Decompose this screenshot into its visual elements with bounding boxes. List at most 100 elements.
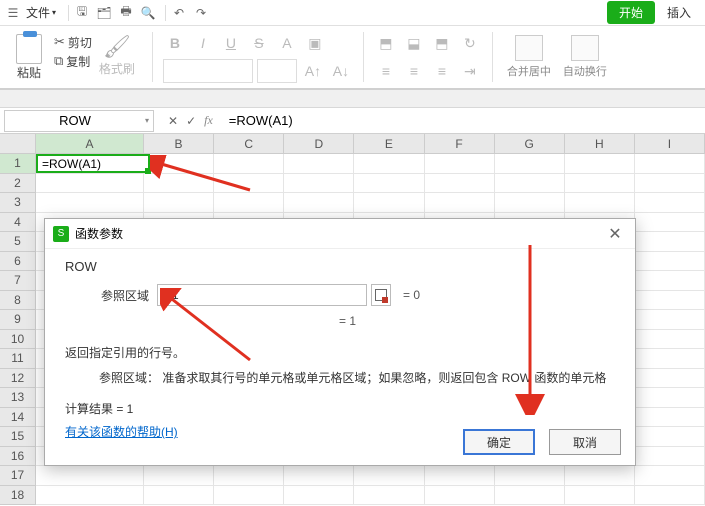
cell[interactable] xyxy=(635,447,705,467)
auto-wrap-button[interactable]: 自动换行 xyxy=(563,35,607,79)
cell[interactable] xyxy=(144,466,214,486)
cell[interactable] xyxy=(565,174,635,194)
cell[interactable] xyxy=(635,213,705,233)
hamburger-icon[interactable]: ☰ xyxy=(4,4,22,22)
cell[interactable] xyxy=(214,486,284,506)
cell[interactable] xyxy=(565,466,635,486)
cell[interactable] xyxy=(635,232,705,252)
strike-button[interactable]: S xyxy=(247,31,271,55)
cell[interactable] xyxy=(354,193,424,213)
cell[interactable] xyxy=(635,193,705,213)
cell[interactable] xyxy=(425,154,495,174)
cell[interactable] xyxy=(635,349,705,369)
cell[interactable] xyxy=(36,174,144,194)
underline-button[interactable]: U xyxy=(219,31,243,55)
cell[interactable] xyxy=(144,193,214,213)
preview-icon[interactable]: 🔍 xyxy=(139,4,157,22)
fx-icon[interactable]: fx xyxy=(204,113,213,128)
param-input[interactable]: A1 xyxy=(157,284,367,306)
column-header[interactable]: E xyxy=(354,134,424,154)
row-header[interactable]: 18 xyxy=(0,486,36,506)
cell[interactable] xyxy=(144,486,214,506)
row-header[interactable]: 16 xyxy=(0,447,36,467)
cell[interactable] xyxy=(565,154,635,174)
cell[interactable] xyxy=(36,486,144,506)
row-header[interactable]: 1 xyxy=(0,154,36,174)
cell[interactable] xyxy=(425,466,495,486)
row-header[interactable]: 2 xyxy=(0,174,36,194)
align-center-button[interactable]: ≡ xyxy=(402,59,426,83)
row-header[interactable]: 15 xyxy=(0,427,36,447)
cell[interactable] xyxy=(635,388,705,408)
column-header[interactable]: I xyxy=(635,134,705,154)
align-mid-button[interactable]: ⬓ xyxy=(402,31,426,55)
range-picker-button[interactable] xyxy=(371,284,391,306)
font-color-button[interactable]: A xyxy=(275,31,299,55)
align-right-button[interactable]: ≡ xyxy=(430,59,454,83)
cell[interactable] xyxy=(635,486,705,506)
copy-button[interactable]: ⧉ 复制 xyxy=(54,53,92,70)
cell[interactable] xyxy=(635,252,705,272)
row-header[interactable]: 10 xyxy=(0,330,36,350)
font-select[interactable] xyxy=(163,59,253,83)
align-bot-button[interactable]: ⬒ xyxy=(430,31,454,55)
cell[interactable] xyxy=(635,174,705,194)
cell[interactable] xyxy=(635,466,705,486)
cell[interactable] xyxy=(635,427,705,447)
cell[interactable] xyxy=(425,193,495,213)
cell[interactable] xyxy=(635,291,705,311)
cell[interactable] xyxy=(635,330,705,350)
row-header[interactable]: 4 xyxy=(0,213,36,233)
cell[interactable] xyxy=(284,154,354,174)
name-box[interactable]: ROW ▾ xyxy=(4,110,154,132)
italic-button[interactable]: I xyxy=(191,31,215,55)
column-header[interactable]: D xyxy=(284,134,354,154)
ok-button[interactable]: 确定 xyxy=(463,429,535,455)
cell[interactable] xyxy=(214,154,284,174)
row-header[interactable]: 6 xyxy=(0,252,36,272)
cell[interactable] xyxy=(635,408,705,428)
save-icon[interactable]: 🖫 xyxy=(73,4,91,22)
paste-button[interactable]: 粘贴 xyxy=(8,34,50,81)
cell[interactable] xyxy=(144,154,214,174)
cell[interactable] xyxy=(495,486,565,506)
tab-start[interactable]: 开始 xyxy=(607,1,655,24)
decrease-font-button[interactable]: A↓ xyxy=(329,59,353,83)
cell[interactable] xyxy=(284,174,354,194)
cell[interactable] xyxy=(425,174,495,194)
row-header[interactable]: 13 xyxy=(0,388,36,408)
undo-icon[interactable]: ↶ xyxy=(170,4,188,22)
orient-button[interactable]: ↻ xyxy=(458,31,482,55)
open-icon[interactable]: 🗂 xyxy=(95,4,113,22)
active-cell[interactable]: =ROW(A1) xyxy=(36,154,150,173)
size-select[interactable] xyxy=(257,59,297,83)
formula-input[interactable]: =ROW(A1) xyxy=(223,110,705,132)
increase-font-button[interactable]: A↑ xyxy=(301,59,325,83)
cell[interactable] xyxy=(635,154,705,174)
select-all-corner[interactable] xyxy=(0,134,36,154)
format-painter-button[interactable]: 🖌 格式刷 xyxy=(96,34,138,81)
cell[interactable] xyxy=(214,193,284,213)
cell[interactable] xyxy=(284,193,354,213)
cell[interactable] xyxy=(214,174,284,194)
cell[interactable] xyxy=(284,466,354,486)
cut-button[interactable]: ✂ 剪切 xyxy=(54,34,92,51)
cancel-button[interactable]: 取消 xyxy=(549,429,621,455)
indent-button[interactable]: ⇥ xyxy=(458,59,482,83)
align-top-button[interactable]: ⬒ xyxy=(374,31,398,55)
dialog-titlebar[interactable]: S 函数参数 ✕ xyxy=(45,219,635,249)
row-header[interactable]: 14 xyxy=(0,408,36,428)
cell[interactable] xyxy=(495,174,565,194)
cell[interactable] xyxy=(565,193,635,213)
cell[interactable] xyxy=(354,154,424,174)
column-header[interactable]: A xyxy=(36,134,144,154)
row-header[interactable]: 7 xyxy=(0,271,36,291)
row-header[interactable]: 12 xyxy=(0,369,36,389)
accept-formula-icon[interactable]: ✓ xyxy=(186,114,196,128)
column-header[interactable]: H xyxy=(565,134,635,154)
cell[interactable] xyxy=(425,486,495,506)
fill-color-button[interactable]: ▣ xyxy=(303,31,327,55)
cell[interactable] xyxy=(495,154,565,174)
cell[interactable] xyxy=(635,271,705,291)
align-left-button[interactable]: ≡ xyxy=(374,59,398,83)
